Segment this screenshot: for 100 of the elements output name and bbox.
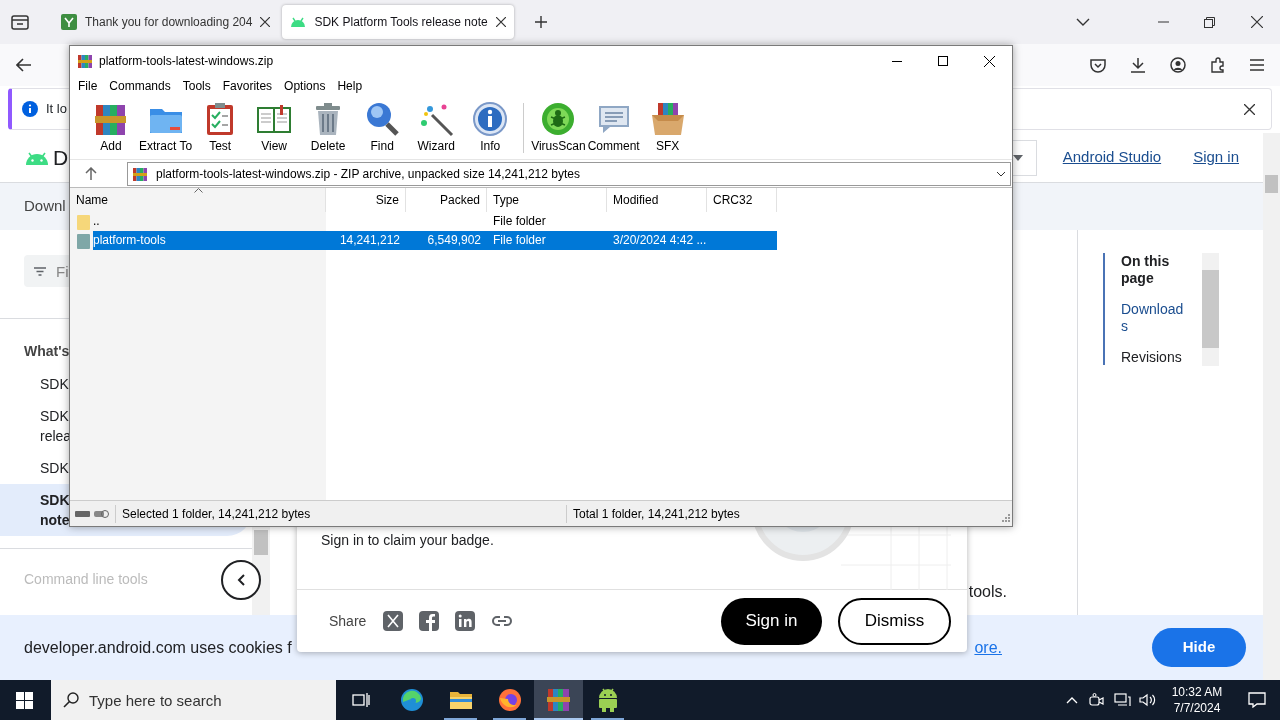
close-icon[interactable] <box>495 17 506 27</box>
close-icon[interactable] <box>1251 16 1263 28</box>
toolbar-button[interactable]: Test <box>194 100 247 155</box>
search-field[interactable]: Type here to search <box>51 680 336 720</box>
scrollbar[interactable] <box>1202 253 1219 366</box>
status-text: Total 1 folder, 14,241,212 bytes <box>573 505 740 523</box>
start-icon[interactable] <box>16 691 33 709</box>
toolbar-button[interactable]: View <box>248 100 301 155</box>
box-icon <box>649 100 686 137</box>
taskbar-app-button[interactable] <box>534 680 583 720</box>
body-text: tools. <box>968 583 1007 600</box>
favicon-icon <box>61 14 77 30</box>
search-icon <box>63 692 79 708</box>
breadcrumb-link[interactable]: Downl <box>24 195 66 218</box>
column-header[interactable]: Type <box>487 188 607 212</box>
learn-more-link[interactable]: ore. <box>974 635 1002 660</box>
toc-link[interactable]: Downloads <box>1121 301 1185 335</box>
new-tab-icon[interactable] <box>533 15 548 29</box>
menu-icon[interactable] <box>1250 59 1264 71</box>
chevron-down-icon[interactable] <box>1076 18 1090 26</box>
column-header[interactable]: Size <box>326 188 406 212</box>
close-icon[interactable] <box>260 17 271 27</box>
clock-date[interactable]: 7/7/2024 <box>1166 700 1228 716</box>
toolbar-button[interactable]: Find <box>356 100 409 155</box>
download-icon[interactable] <box>1130 57 1146 73</box>
status-text: Selected 1 folder, 14,241,212 bytes <box>122 506 311 521</box>
toc-link[interactable]: Revisions <box>1121 349 1185 366</box>
header-link[interactable]: Sign in <box>1193 146 1239 169</box>
sign-in-button[interactable]: Sign in <box>721 597 822 645</box>
minimize-icon <box>892 60 902 62</box>
column-header[interactable]: Modified <box>607 188 707 212</box>
chevron-left-icon <box>237 574 245 586</box>
account-icon[interactable] <box>1170 57 1186 73</box>
collapse-button[interactable] <box>221 560 261 600</box>
browser-tab[interactable]: SDK Platform Tools release note <box>282 5 514 39</box>
archive-icon <box>132 165 148 182</box>
maximize-icon <box>938 56 948 66</box>
browser-icon <box>399 688 424 712</box>
tab-list-icon[interactable] <box>11 14 29 30</box>
toolbar-button[interactable]: Add <box>85 100 137 155</box>
restore-icon[interactable] <box>1204 16 1215 28</box>
network-icon[interactable] <box>1114 693 1131 707</box>
linkedin-icon[interactable] <box>455 611 476 631</box>
window-title: platform-tools-latest-windows.zip <box>99 53 274 70</box>
file-row[interactable]: .. File folder <box>70 212 1012 231</box>
dismiss-button[interactable]: Dismiss <box>838 597 951 645</box>
toolbar-button[interactable]: Info <box>464 100 517 155</box>
drive-icon <box>75 508 109 519</box>
search-icon <box>364 100 401 137</box>
pocket-icon[interactable] <box>1090 57 1106 73</box>
menu-item[interactable]: File <box>72 77 104 95</box>
toolbar-button[interactable]: Wizard <box>410 100 463 155</box>
facebook-icon[interactable] <box>419 611 440 631</box>
filter-icon <box>34 267 46 276</box>
chevron-up-icon[interactable] <box>1066 696 1078 704</box>
menu-item[interactable]: Commands <box>103 77 177 95</box>
camera-icon[interactable] <box>1089 693 1104 707</box>
back-icon[interactable] <box>16 58 32 72</box>
scrollbar[interactable] <box>1263 133 1280 680</box>
toolbar-button[interactable]: Extract To <box>139 100 193 155</box>
extensions-icon[interactable] <box>1210 57 1226 73</box>
task-view-icon[interactable] <box>352 692 370 708</box>
menu-item[interactable]: Favorites <box>216 77 279 95</box>
toolbar-button[interactable]: Delete <box>302 100 355 155</box>
folder-icon <box>77 232 90 249</box>
clock-time[interactable]: 10:32 AM <box>1166 684 1228 700</box>
toolbar-button[interactable]: SFX <box>641 100 694 155</box>
column-header[interactable]: CRC32 <box>707 188 777 212</box>
path-field[interactable]: platform-tools-latest-windows.zip - ZIP archive, unpacked size 14,241,212 bytes <box>127 161 1011 186</box>
toolbar-button[interactable]: VirusScan <box>531 100 586 155</box>
archive-icon <box>77 53 93 69</box>
robot-icon <box>596 688 619 712</box>
notification-icon[interactable] <box>1248 692 1266 708</box>
resize-grip-icon[interactable] <box>1001 513 1010 522</box>
chevron-down-icon <box>996 170 1006 177</box>
column-header[interactable]: Packed <box>406 188 487 212</box>
volume-icon[interactable] <box>1139 693 1156 707</box>
header-link[interactable]: Android Studio <box>1062 146 1162 169</box>
close-icon[interactable] <box>1244 103 1255 115</box>
menu-item[interactable]: Options <box>278 77 332 95</box>
menu-item[interactable]: Help <box>331 77 369 95</box>
x-logo-icon[interactable] <box>383 611 404 631</box>
cookie-notice-text: developer.android.com uses cookies f <box>24 637 292 658</box>
toc-title: On this page <box>1121 253 1171 287</box>
site-title[interactable]: D <box>53 147 69 168</box>
browser-tab[interactable]: Thank you for downloading 204 <box>53 5 279 39</box>
info-icon <box>22 101 38 117</box>
toolbar-button[interactable]: Comment <box>587 100 640 155</box>
books-icon <box>545 688 572 712</box>
file-row[interactable]: platform-tools 14,241,212 6,549,902 File folder 3/20/2024 4:42 ... <box>70 231 1012 250</box>
folder-icon <box>77 213 90 230</box>
bug-icon <box>540 100 577 137</box>
column-header[interactable]: Name <box>70 188 326 212</box>
close-icon <box>983 55 995 67</box>
fox-browser-icon <box>497 688 522 712</box>
up-arrow-icon[interactable] <box>85 167 97 180</box>
menu-item[interactable]: Tools <box>176 77 217 95</box>
notification-text: It lo <box>46 100 67 119</box>
link-icon[interactable] <box>491 615 514 627</box>
hide-button[interactable]: Hide <box>1152 628 1246 667</box>
